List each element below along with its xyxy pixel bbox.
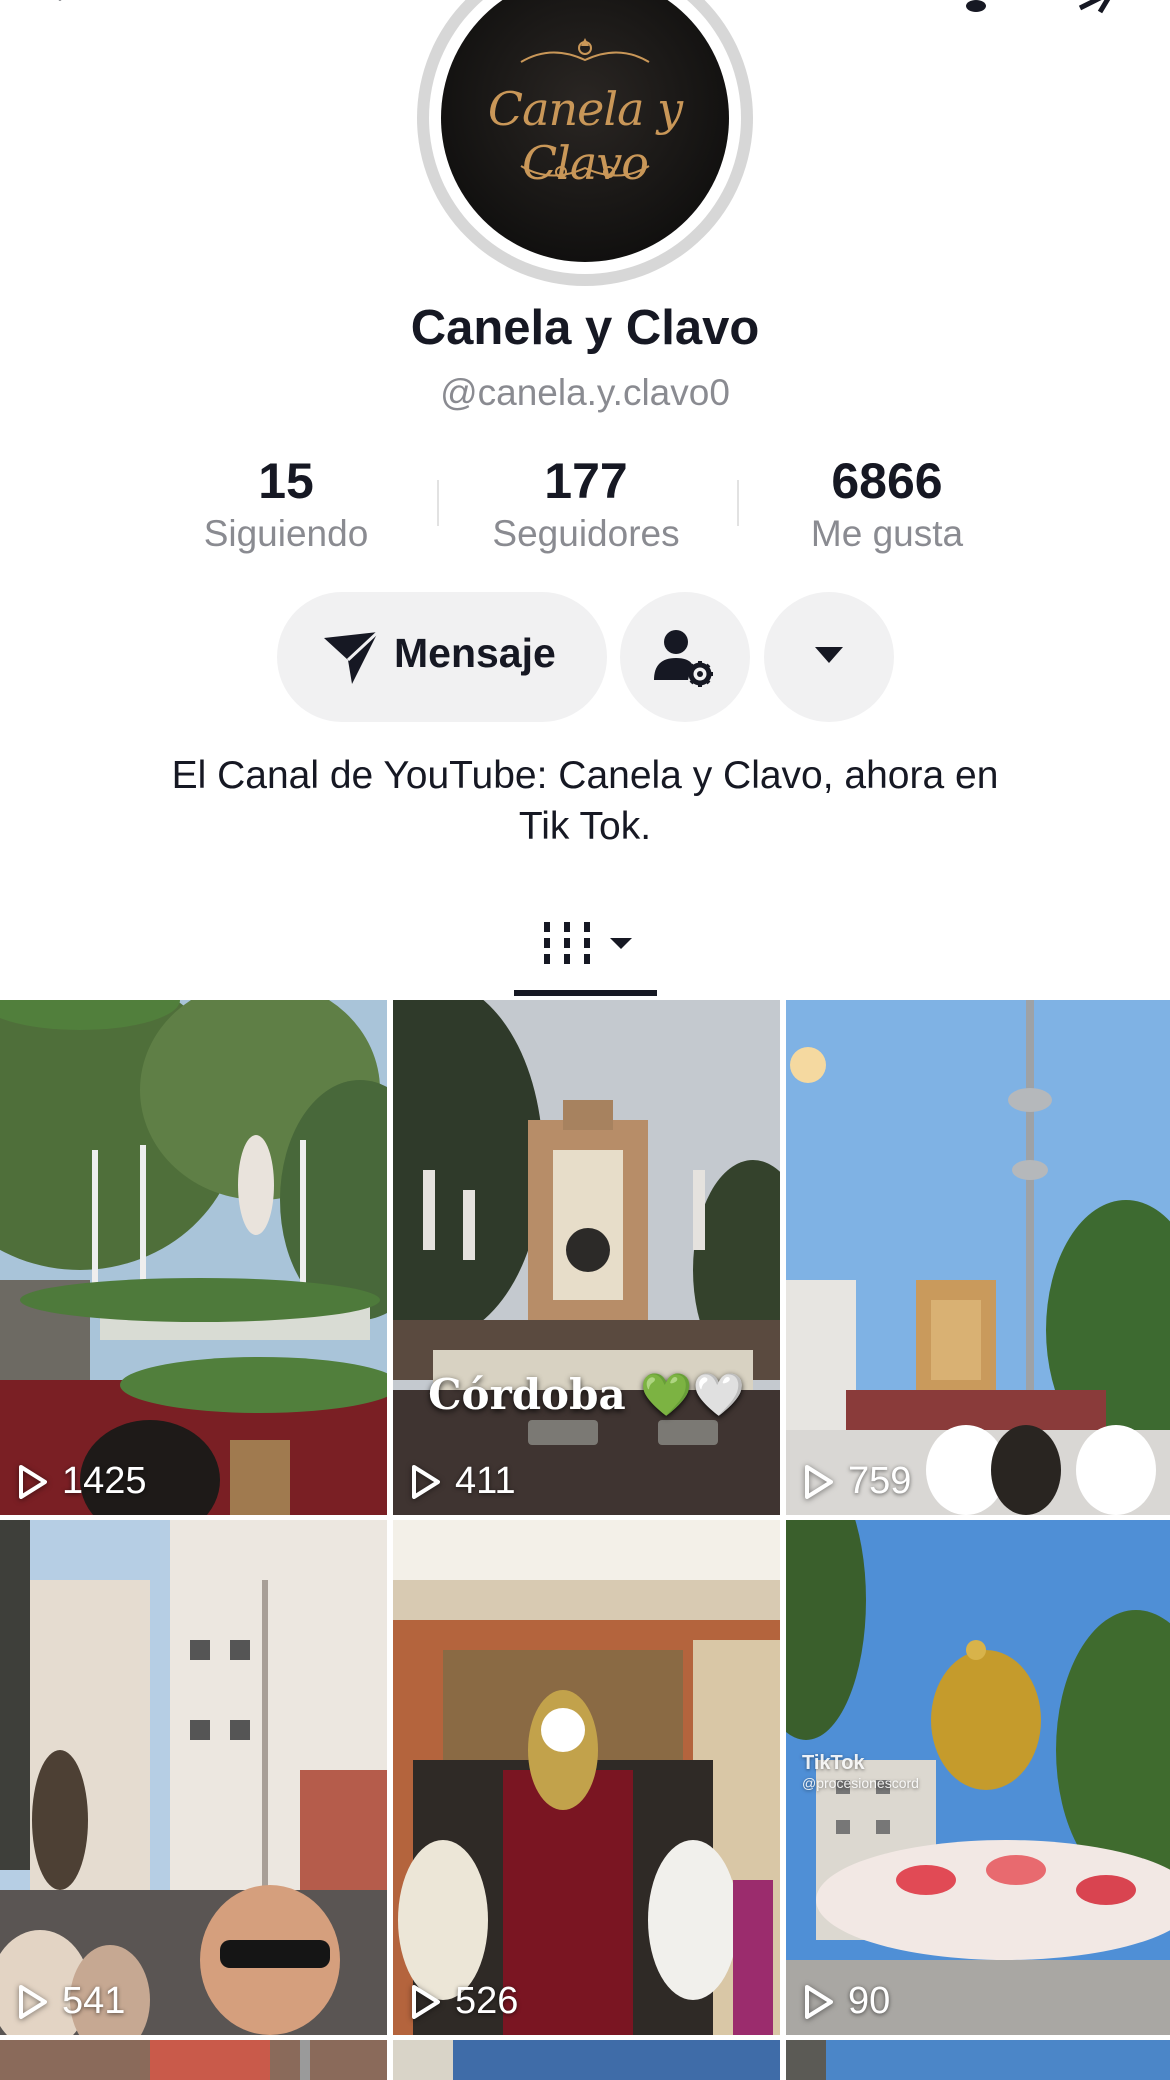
view-count-value: 526 xyxy=(455,1980,519,2022)
stat-followers-label: Seguidores xyxy=(492,513,680,554)
profile-bio: El Canal de YouTube: Canela y Clavo, aho… xyxy=(100,750,1070,852)
video-thumbnail-image xyxy=(393,1000,780,1515)
caret-down-icon xyxy=(815,647,843,663)
profile-stats: 15 Siguiendo 177 Seguidores 6866 Me gust… xyxy=(0,452,1170,562)
video-thumbnail[interactable]: 526 xyxy=(393,1520,780,2035)
bio-line-1: El Canal de YouTube: Canela y Clavo, aho… xyxy=(171,754,999,797)
ornament-bottom-icon xyxy=(520,165,650,178)
view-count: 1425 xyxy=(18,1460,147,1503)
avatar[interactable]: Canela y Clavo xyxy=(417,0,753,286)
share-icon[interactable] xyxy=(1072,0,1122,21)
view-count: 541 xyxy=(18,1980,125,2023)
grid-filter-icon xyxy=(544,922,632,964)
profile-tabs xyxy=(0,900,1170,998)
stat-likes-label: Me gusta xyxy=(810,513,964,554)
bio-line-2: Tik Tok. xyxy=(518,805,652,848)
user-settings-button[interactable] xyxy=(620,592,750,722)
tab-videos[interactable] xyxy=(544,912,636,981)
watermark-handle: @procesionescord xyxy=(802,1775,919,1791)
back-arrow-icon[interactable] xyxy=(48,0,88,21)
stat-followers-value: 177 xyxy=(544,453,628,509)
avatar-image: Canela y Clavo xyxy=(441,0,729,262)
tab-active-indicator xyxy=(514,990,657,996)
view-count-value: 90 xyxy=(848,1980,891,2022)
profile-name: Canela y Clavo xyxy=(410,301,760,355)
video-thumbnail-image xyxy=(0,1520,387,2035)
video-thumbnail[interactable]: 759 xyxy=(786,1000,1170,1515)
stat-following-value: 15 xyxy=(258,453,314,509)
video-thumbnail-image xyxy=(786,2040,1170,2080)
video-thumbnail-image xyxy=(786,1000,1170,1515)
view-count: 526 xyxy=(411,1980,518,2023)
video-thumbnail[interactable]: 541 xyxy=(0,1520,387,2035)
paper-plane-icon xyxy=(324,630,380,684)
stat-following[interactable]: 15 Siguiendo xyxy=(136,452,436,558)
video-thumbnail[interactable] xyxy=(786,2040,1170,2080)
avatar-border: Canela y Clavo xyxy=(429,0,741,274)
watermark-text: TikTok xyxy=(802,1752,865,1774)
tiktok-watermark: TikTok @procesionescord xyxy=(802,1752,919,1791)
more-options-button[interactable] xyxy=(764,592,894,722)
play-icon xyxy=(412,1464,440,1499)
stat-followers[interactable]: 177 Seguidores xyxy=(436,452,736,558)
video-thumbnail-image xyxy=(393,1520,780,2035)
notification-bell-icon[interactable] xyxy=(952,0,1002,21)
view-count: 759 xyxy=(804,1460,911,1503)
ornament-top-icon xyxy=(520,38,650,63)
video-thumbnail[interactable]: TikTok @procesionescord 90 xyxy=(786,1520,1170,2035)
play-icon xyxy=(412,1984,440,2019)
video-thumbnail[interactable] xyxy=(393,2040,780,2080)
view-count-value: 1425 xyxy=(62,1460,147,1502)
play-icon xyxy=(19,1984,47,2019)
view-count: 90 xyxy=(804,1980,890,2023)
video-thumbnail[interactable]: Córdoba 💚🤍 411 xyxy=(393,1000,780,1515)
view-count-value: 541 xyxy=(62,1980,126,2022)
video-thumbnail[interactable] xyxy=(0,2040,387,2080)
message-button[interactable]: Mensaje xyxy=(277,592,607,722)
video-thumbnail-image xyxy=(393,2040,780,2080)
play-icon xyxy=(19,1464,47,1499)
view-count: 411 xyxy=(411,1460,516,1503)
stat-likes[interactable]: 6866 Me gusta xyxy=(737,452,1037,558)
profile-handle: @canela.y.clavo0 xyxy=(440,372,730,413)
stat-likes-value: 6866 xyxy=(831,453,943,509)
play-icon xyxy=(805,1984,833,2019)
view-count-value: 759 xyxy=(848,1460,912,1502)
video-caption: Córdoba 💚🤍 xyxy=(428,1370,745,1419)
user-settings-icon xyxy=(654,630,713,687)
message-button-label: Mensaje xyxy=(394,630,556,676)
view-count-value: 411 xyxy=(455,1460,516,1502)
video-thumbnail[interactable]: 1425 xyxy=(0,1000,387,1515)
play-icon xyxy=(805,1464,833,1499)
stat-following-label: Siguiendo xyxy=(203,513,369,554)
video-thumbnail-image xyxy=(0,1000,387,1515)
video-thumbnail-image xyxy=(0,2040,387,2080)
